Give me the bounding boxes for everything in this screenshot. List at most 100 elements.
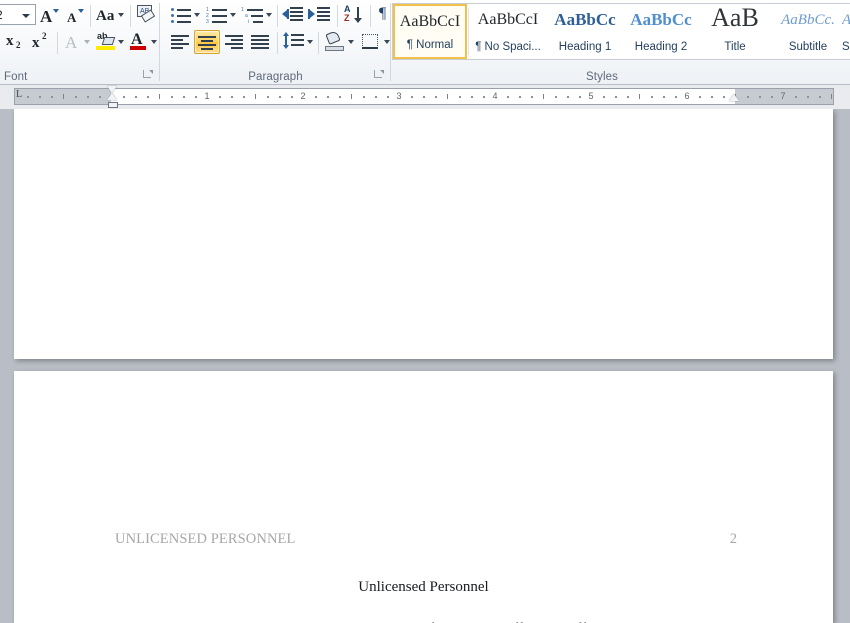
chevron-down-icon[interactable] — [22, 14, 30, 18]
style-label: Subtitle — [788, 41, 828, 53]
line-spacing-button[interactable] — [281, 31, 315, 53]
style-item-subtitle[interactable]: AaBbCc. Subtitle — [772, 4, 844, 59]
ruler-minor-tick — [483, 96, 485, 98]
decrease-indent-button[interactable] — [281, 4, 307, 26]
shrink-font-icon: A — [67, 10, 77, 25]
divider — [277, 5, 278, 27]
style-item-heading-1[interactable]: AaBbCс Heading 1 — [548, 4, 622, 59]
style-item-heading-2[interactable]: AaBbCc Heading 2 — [624, 4, 698, 59]
subscript-button[interactable]: x 2 — [2, 31, 28, 53]
group-label-paragraph: Paragraph — [248, 71, 303, 83]
style-item-no-spacing[interactable]: AaBbCcI ¶ No Spaci... — [470, 4, 546, 59]
ruler-minor-tick — [567, 96, 569, 98]
ribbon-group-font: 2 A A Aa AB x 2 — [0, 0, 158, 84]
shading-button[interactable] — [322, 30, 356, 53]
align-left-button[interactable] — [168, 31, 193, 53]
style-label: Heading 1 — [558, 41, 612, 53]
ruler-minor-tick — [171, 96, 173, 98]
hanging-indent-icon — [107, 93, 117, 100]
ruler-inch-label: 6 — [684, 91, 690, 101]
multilevel-list-icon: 1 — [241, 7, 244, 13]
numbering-button[interactable]: 1 2 3 — [204, 4, 238, 26]
borders-icon — [362, 34, 378, 48]
highlight-arrow-icon — [118, 40, 124, 44]
left-indent-marker[interactable] — [108, 102, 118, 108]
grow-font-button[interactable]: A — [36, 4, 62, 26]
ruler-minor-tick — [219, 96, 221, 98]
font-dialog-launcher[interactable] — [142, 69, 153, 80]
ruler-minor-tick — [771, 96, 773, 98]
bullets-button[interactable] — [168, 4, 202, 26]
change-case-icon: Aa — [96, 8, 115, 24]
paint-bucket-icon — [325, 30, 341, 45]
ruler-minor-tick — [519, 96, 521, 98]
bullets-arrow-icon — [194, 13, 200, 17]
ruler-minor-tick — [243, 96, 245, 98]
superscript-button[interactable]: x 2 — [28, 31, 54, 53]
document-body-paragraph[interactable]: Healthcare practices involve the aspects… — [115, 611, 737, 623]
ruler-half-inch-tick — [159, 94, 160, 99]
multilevel-arrow-icon — [266, 13, 272, 17]
style-item-title[interactable]: AaB Title — [700, 4, 770, 59]
justify-icon — [251, 35, 269, 37]
divider — [468, 8, 469, 55]
page-header[interactable]: UNLICENSED PERSONNEL 2 — [115, 531, 737, 551]
style-item-subtle-emphasis[interactable]: Aa Sub — [842, 4, 850, 59]
style-preview: AaBbCc. — [781, 12, 835, 28]
ruler-half-inch-tick — [447, 94, 448, 99]
style-label: Sub — [842, 41, 850, 53]
increase-indent-button[interactable] — [308, 4, 334, 26]
document-canvas[interactable]: UNLICENSED PERSONNEL 2 Unlicensed Person… — [0, 109, 850, 623]
ruler-minor-tick — [651, 96, 653, 98]
multilevel-list-button[interactable]: 1 a i — [240, 4, 274, 26]
align-right-button[interactable] — [222, 31, 247, 53]
first-line-indent-icon — [107, 86, 117, 93]
grow-font-arrow-icon — [53, 9, 59, 13]
horizontal-ruler[interactable]: 1 2 3 4 5 6 7 — [14, 88, 834, 105]
ruler-half-inch-tick — [831, 94, 832, 99]
font-color-button[interactable]: A — [128, 31, 160, 53]
text-effects-button[interactable]: A — [60, 31, 94, 53]
line-spacing-icon — [291, 34, 304, 36]
justify-button[interactable] — [248, 31, 273, 53]
style-item-normal[interactable]: AaBbCcI ¶ Normal — [393, 4, 467, 59]
styles-gallery[interactable]: AaBbCcI ¶ Normal AaBbCcI ¶ No Spaci... A… — [392, 3, 850, 60]
document-page-previous[interactable] — [14, 109, 833, 359]
ruler-minor-tick — [423, 96, 425, 98]
subscript-sub-icon: 2 — [16, 40, 21, 50]
clear-formatting-button[interactable]: AB — [133, 3, 159, 27]
paragraph-dialog-launcher[interactable] — [373, 69, 384, 80]
group-label-font: Font — [4, 71, 28, 83]
divider — [159, 3, 160, 81]
ruler-minor-tick — [39, 96, 41, 98]
sort-button[interactable]: A Z — [341, 4, 367, 26]
text-highlight-color-button[interactable]: ab — [94, 31, 128, 53]
font-size-value: 2 — [0, 8, 3, 22]
style-preview: AaBbCcI — [399, 13, 461, 30]
line-spacing-arrow-icon — [307, 40, 313, 44]
ruler-minor-tick — [267, 96, 269, 98]
align-center-button[interactable] — [194, 30, 220, 54]
tab-stop-selector[interactable]: L — [16, 89, 22, 100]
page-number: 2 — [729, 531, 737, 547]
ruler-minor-tick — [819, 96, 821, 98]
style-label: ¶ No Spaci... — [475, 41, 541, 53]
right-indent-marker[interactable] — [729, 94, 739, 101]
bullets-icon — [171, 8, 174, 11]
ruler-minor-tick — [195, 96, 197, 98]
style-label: Heading 2 — [634, 41, 688, 53]
ruler-minor-tick — [123, 96, 125, 98]
align-center-icon — [198, 36, 216, 38]
document-page-current[interactable]: UNLICENSED PERSONNEL 2 Unlicensed Person… — [14, 371, 833, 623]
running-head-text: UNLICENSED PERSONNEL — [115, 531, 296, 547]
ruler-minor-tick — [555, 96, 557, 98]
borders-button[interactable] — [358, 31, 392, 53]
font-size-input[interactable]: 2 — [0, 4, 36, 25]
style-preview: Aa — [842, 9, 850, 31]
ruler-minor-tick — [375, 96, 377, 98]
ruler-zone: 1 2 3 4 5 6 7 L — [0, 85, 850, 109]
shrink-font-button[interactable]: A — [62, 4, 88, 26]
change-case-button[interactable]: Aa — [93, 4, 127, 26]
numbering-arrow-icon — [230, 13, 236, 17]
divider — [318, 32, 319, 54]
